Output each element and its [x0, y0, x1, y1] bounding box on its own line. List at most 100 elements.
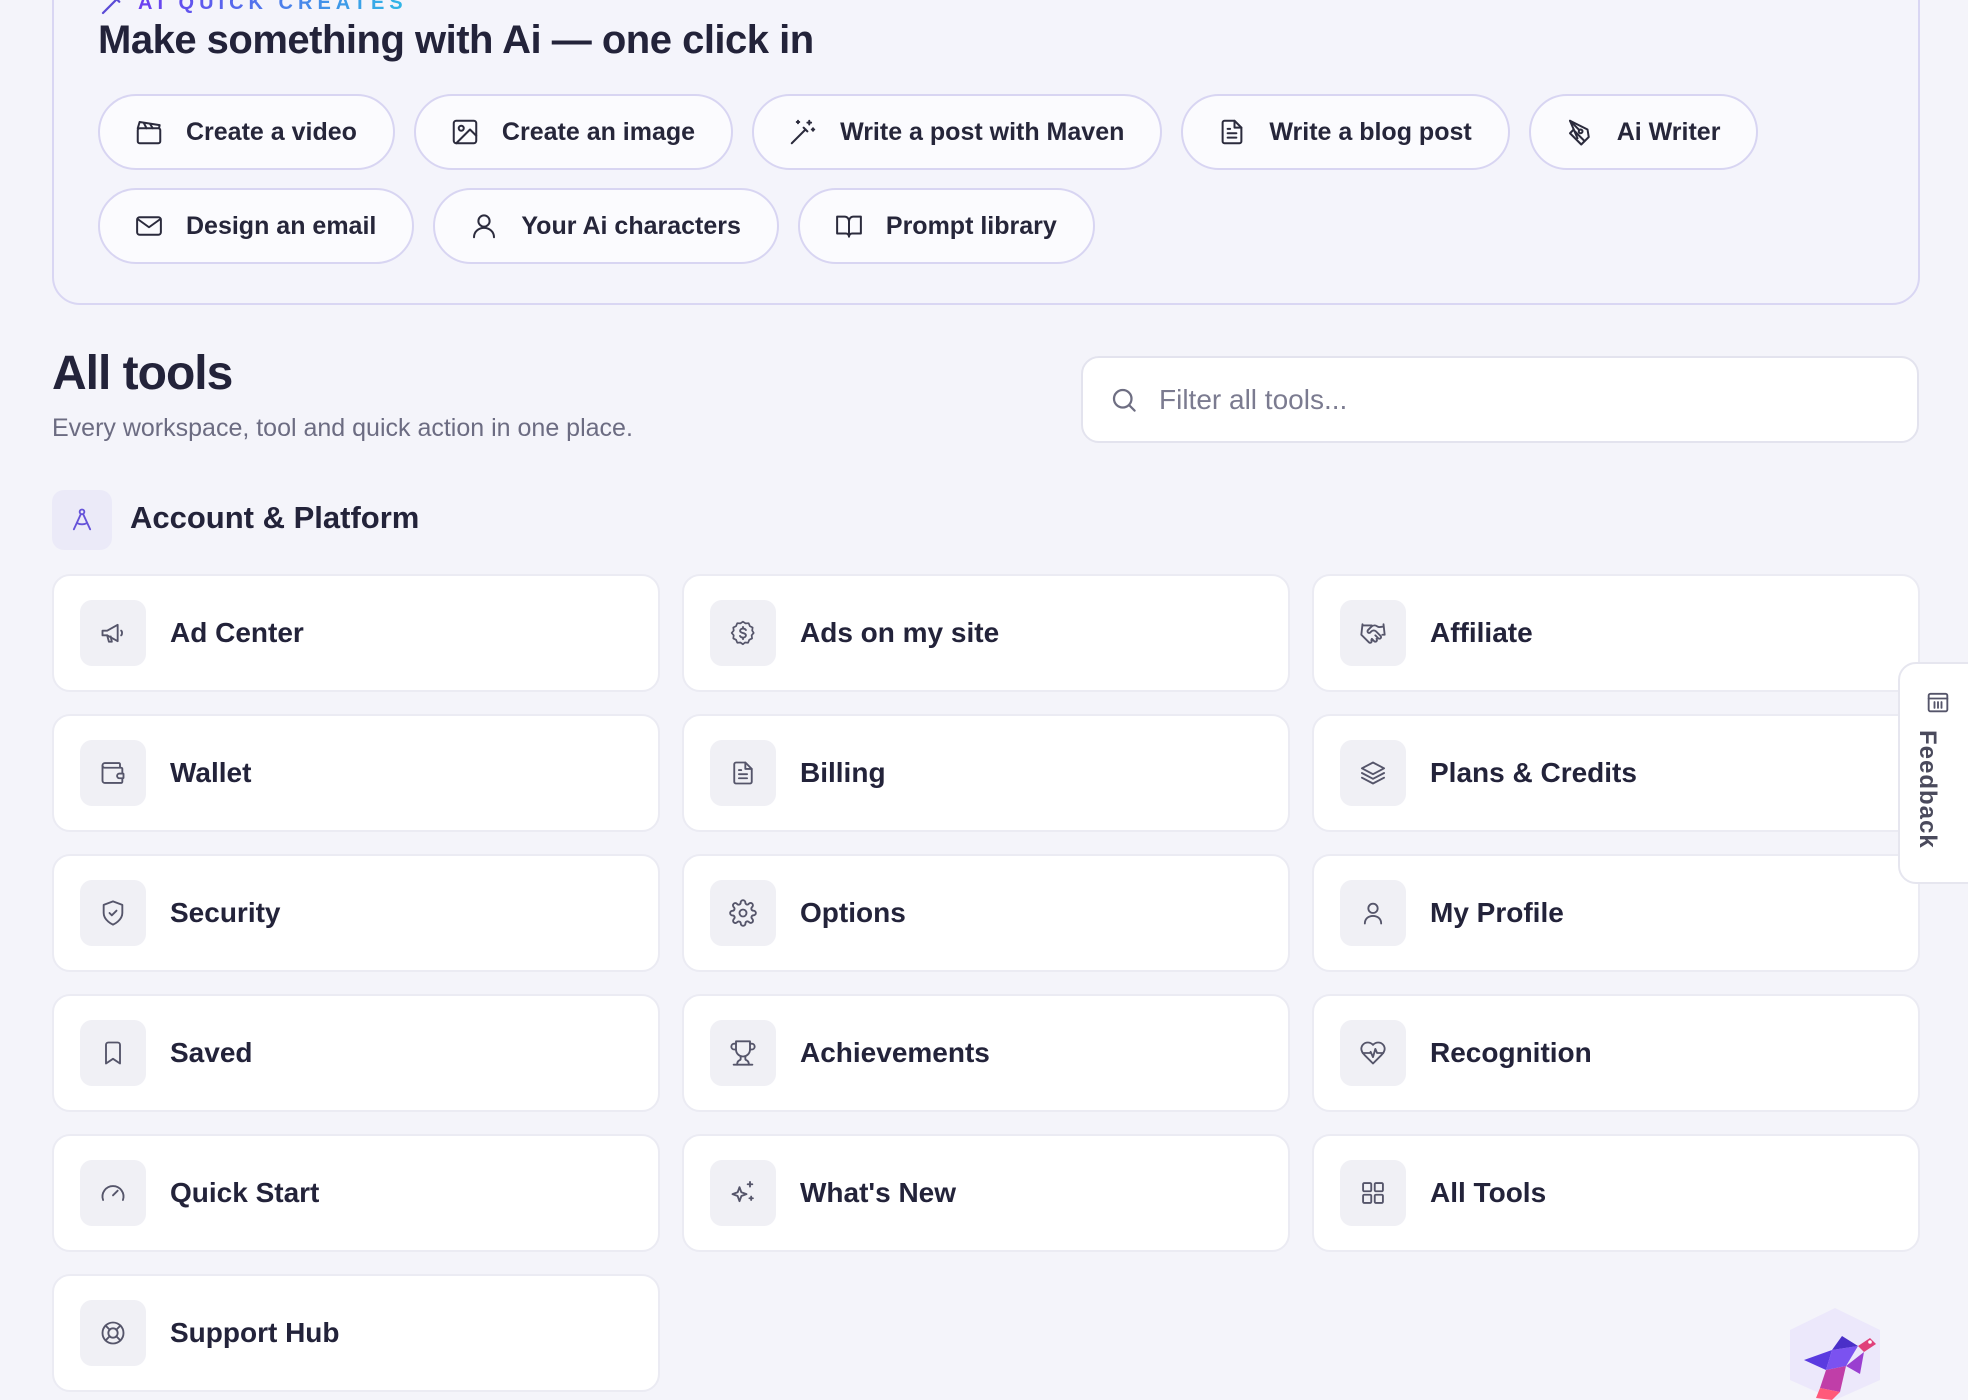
bookmark-icon	[105, 1041, 121, 1065]
feedback-tab[interactable]: Feedback	[1898, 662, 1968, 884]
tool-recognition[interactable]: Recognition	[1312, 994, 1920, 1112]
sparkles-icon	[731, 1180, 754, 1203]
filter-tools-input[interactable]	[1159, 383, 1879, 416]
tool-icon-badge	[1340, 1020, 1406, 1086]
handshake-icon	[1360, 623, 1386, 644]
feedback-icon	[1927, 692, 1949, 713]
gauge-icon	[101, 1185, 125, 1201]
prompt-library-button[interactable]: Prompt library	[797, 188, 1095, 264]
tool-icon-badge	[710, 740, 776, 806]
tool-icon-badge	[1340, 1160, 1406, 1226]
tool-icon-badge	[80, 1160, 146, 1226]
design-email-button[interactable]: Design an email	[98, 188, 415, 264]
tool-label: Quick Start	[170, 1177, 320, 1208]
tool-billing[interactable]: Billing	[682, 714, 1290, 832]
lifebuoy-icon	[101, 1321, 125, 1345]
tool-ad-center[interactable]: Ad Center	[52, 574, 660, 692]
tool-label: Affiliate	[1430, 617, 1533, 648]
all-tools-subtitle: Every workspace, tool and quick action i…	[52, 414, 633, 442]
tool-icon-badge	[80, 1020, 146, 1086]
tool-my-profile[interactable]: My Profile	[1312, 854, 1920, 972]
section-icon-badge	[52, 490, 112, 550]
tool-support-hub[interactable]: Support Hub	[52, 1274, 660, 1392]
heart-pulse-icon	[1360, 1041, 1386, 1065]
search-icon	[1112, 388, 1136, 412]
tool-icon-badge	[710, 1160, 776, 1226]
tool-icon-badge	[80, 880, 146, 946]
trophy-icon	[730, 1040, 756, 1066]
quick-creates-title: Make something with Ai — one click in	[98, 18, 814, 62]
receipt-icon	[733, 761, 753, 785]
chip-label: Ai Writer	[1616, 117, 1721, 146]
chip-label: Create an image	[501, 117, 696, 146]
tool-icon-badge	[1340, 600, 1406, 666]
grid-icon	[1362, 1182, 1384, 1204]
quick-actions-row-2: Design an email Your Ai characters Promp…	[98, 188, 1095, 264]
magic-wand-icon	[101, 0, 121, 15]
book-open-icon	[836, 215, 862, 238]
tool-icon-badge	[80, 1300, 146, 1366]
all-tools-title: All tools	[52, 347, 233, 400]
tool-label: What's New	[800, 1177, 957, 1208]
tool-label: Ads on my site	[800, 617, 1000, 648]
tool-all-tools[interactable]: All Tools	[1312, 1134, 1920, 1252]
write-blog-post-button[interactable]: Write a blog post	[1181, 94, 1510, 170]
chip-label: Write a blog post	[1269, 117, 1472, 146]
tool-label: Plans & Credits	[1430, 757, 1637, 788]
tool-wallet[interactable]: Wallet	[52, 714, 660, 832]
user-icon	[473, 214, 496, 239]
chip-label: Prompt library	[885, 211, 1057, 240]
tool-saved[interactable]: Saved	[52, 994, 660, 1112]
tool-label: Ad Center	[170, 617, 304, 648]
create-image-button[interactable]: Create an image	[413, 94, 734, 170]
create-video-button[interactable]: Create a video	[98, 94, 395, 170]
tool-label: Recognition	[1430, 1037, 1592, 1068]
tool-affiliate[interactable]: Affiliate	[1312, 574, 1920, 692]
tool-label: Support Hub	[170, 1317, 340, 1348]
tool-icon-badge	[1340, 740, 1406, 806]
tool-icon-badge	[80, 600, 146, 666]
gear-icon	[729, 899, 757, 927]
layers-icon	[1360, 761, 1386, 785]
tool-plans-credits[interactable]: Plans & Credits	[1312, 714, 1920, 832]
megaphone-icon	[101, 623, 123, 643]
tool-icon-badge	[710, 880, 776, 946]
feedback-label: Feedback	[1914, 730, 1941, 849]
quick-creates-eyebrow: AI QUICK CREATES	[98, 0, 408, 18]
pen-tool-icon	[1568, 119, 1590, 146]
tool-label: Security	[170, 897, 281, 928]
wallet-icon	[101, 762, 125, 784]
tool-label: Wallet	[170, 757, 252, 788]
tool-label: Achievements	[800, 1037, 990, 1068]
tool-security[interactable]: Security	[52, 854, 660, 972]
tool-label: Billing	[800, 757, 886, 788]
image-icon	[452, 119, 478, 145]
magic-wand-icon	[790, 119, 816, 145]
tool-achievements[interactable]: Achievements	[682, 994, 1290, 1112]
tool-label: My Profile	[1430, 897, 1564, 928]
quick-actions-row-1: Create a video Create an image Write a p…	[98, 94, 1759, 170]
tool-whats-new[interactable]: What's New	[682, 1134, 1290, 1252]
bird-mascot-icon[interactable]	[1780, 1308, 1890, 1400]
user-icon	[1363, 902, 1383, 925]
tool-icon-badge	[710, 600, 776, 666]
write-post-maven-button[interactable]: Write a post with Maven	[752, 94, 1163, 170]
ai-characters-button[interactable]: Your Ai characters	[433, 188, 779, 264]
chip-label: Your Ai characters	[521, 211, 741, 240]
shield-check-icon	[102, 900, 124, 926]
tool-label: Options	[800, 897, 906, 928]
tool-options[interactable]: Options	[682, 854, 1290, 972]
tool-label: All Tools	[1430, 1177, 1547, 1208]
ai-writer-button[interactable]: Ai Writer	[1528, 94, 1759, 170]
chip-label: Design an email	[186, 211, 377, 240]
clapperboard-icon	[136, 121, 162, 145]
tool-icon-badge	[710, 1020, 776, 1086]
document-icon	[1222, 119, 1243, 145]
tool-quick-start[interactable]: Quick Start	[52, 1134, 660, 1252]
mail-icon	[136, 216, 162, 236]
filter-tools-field[interactable]	[1081, 356, 1919, 443]
chip-label: Write a post with Maven	[840, 117, 1125, 146]
tool-label: Saved	[170, 1037, 253, 1068]
tools-grid: Ad Center Ads on my site Affiliate Walle…	[52, 574, 1920, 1392]
tool-ads-on-my-site[interactable]: Ads on my site	[682, 574, 1290, 692]
